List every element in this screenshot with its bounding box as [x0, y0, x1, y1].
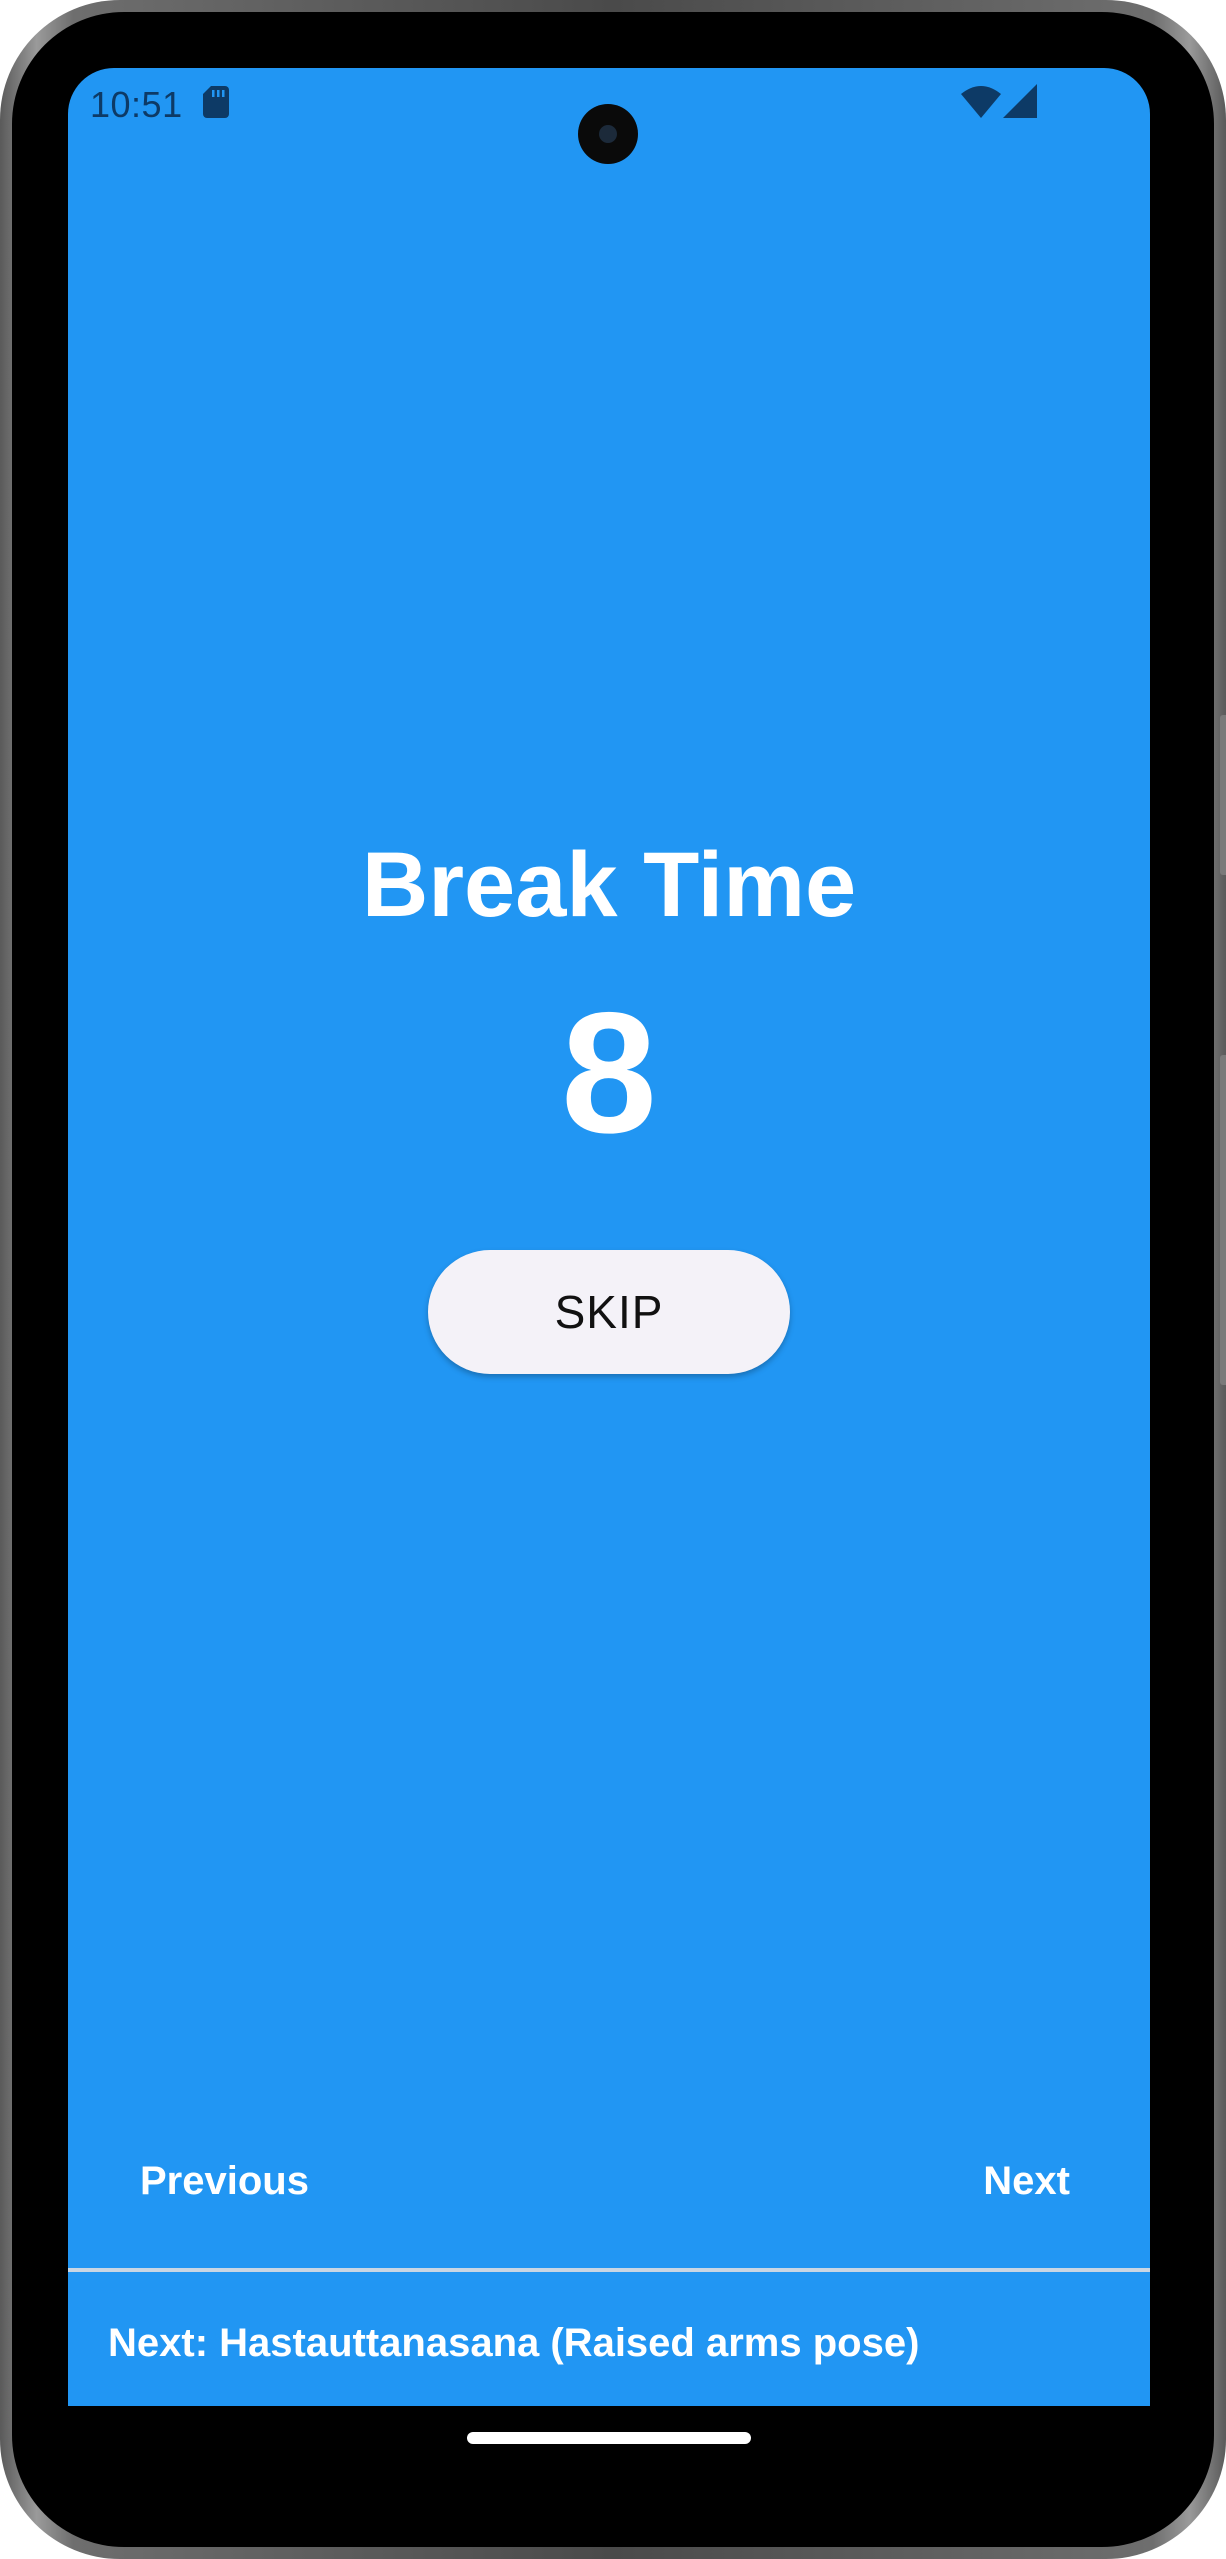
previous-button[interactable]: Previous	[140, 2156, 309, 2206]
break-title: Break Time	[361, 834, 857, 936]
divider	[68, 2268, 1150, 2272]
next-exercise-label: Next: Hastauttanasana (Raised arms pose)	[108, 2321, 920, 2365]
status-bar: 10:51	[68, 68, 1150, 164]
status-time: 10:51	[90, 84, 183, 125]
countdown-timer: 8	[561, 977, 657, 1169]
volume-button	[1220, 1055, 1226, 1385]
cellular-signal-icon	[1003, 84, 1037, 118]
power-button	[1220, 715, 1226, 875]
next-button[interactable]: Next	[983, 2156, 1070, 2206]
phone-frame: 10:51 Break Time 8 SKIP Previous Next Ne…	[0, 0, 1226, 2559]
sd-card-icon	[203, 86, 229, 118]
wifi-icon	[961, 86, 1001, 118]
home-indicator[interactable]	[467, 2432, 751, 2444]
skip-button[interactable]: SKIP	[428, 1250, 790, 1374]
app-screen: 10:51 Break Time 8 SKIP Previous Next Ne…	[68, 68, 1150, 2406]
front-camera	[578, 104, 638, 164]
